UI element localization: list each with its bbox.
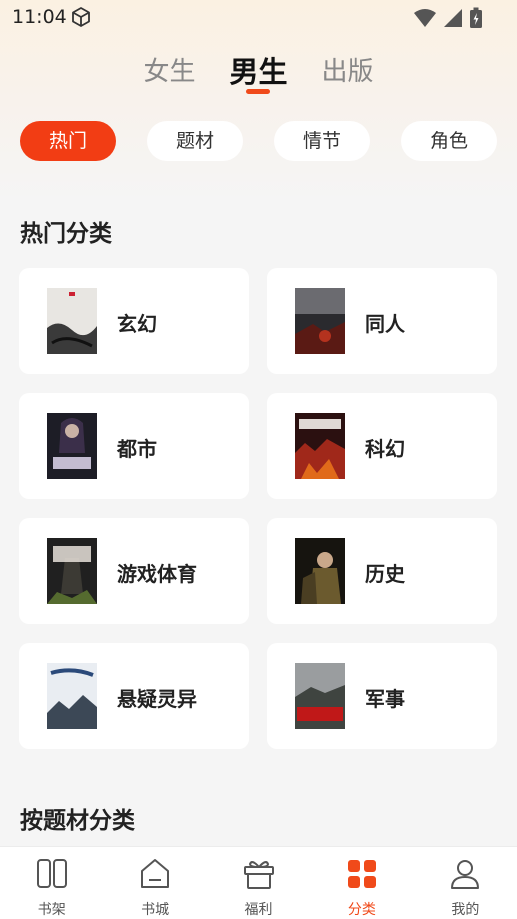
category-label: 科幻 xyxy=(365,437,405,461)
book-cover xyxy=(47,288,97,354)
cube-icon xyxy=(72,7,90,27)
category-label: 都市 xyxy=(117,437,157,461)
book-cover xyxy=(295,288,345,354)
category-label: 悬疑灵异 xyxy=(117,687,197,711)
filter-chips: 热门 题材 情节 角色 xyxy=(20,121,497,161)
tab-female[interactable]: 女生 xyxy=(143,52,195,98)
book-cover xyxy=(47,538,97,604)
category-card-youxi[interactable]: 游戏体育 xyxy=(19,518,249,624)
status-time: 11:04 xyxy=(12,6,67,28)
section-title-hot: 热门分类 xyxy=(20,221,112,247)
category-card-kehuan[interactable]: 科幻 xyxy=(267,393,497,499)
category-card-dushi[interactable]: 都市 xyxy=(19,393,249,499)
nav-label: 分类 xyxy=(347,902,376,918)
bookshelf-icon xyxy=(36,859,67,888)
category-label: 军事 xyxy=(365,687,405,711)
category-icon xyxy=(347,860,376,888)
book-cover xyxy=(47,663,97,729)
category-card-tongren[interactable]: 同人 xyxy=(267,268,497,374)
bookstore-icon xyxy=(141,859,170,888)
book-cover xyxy=(295,413,345,479)
gift-icon xyxy=(243,861,274,889)
battery-icon xyxy=(470,7,482,28)
nav-welfare[interactable]: 福利 xyxy=(207,847,310,919)
chip-plot[interactable]: 情节 xyxy=(274,121,370,161)
category-label: 同人 xyxy=(365,312,405,336)
category-card-xuanyi[interactable]: 悬疑灵异 xyxy=(19,643,249,749)
profile-icon xyxy=(451,860,480,889)
tab-male[interactable]: 男生 xyxy=(229,52,288,98)
nav-label: 书城 xyxy=(141,902,170,918)
wifi-icon xyxy=(414,9,436,27)
nav-bookshelf[interactable]: 书架 xyxy=(0,847,103,919)
category-label: 游戏体育 xyxy=(117,562,197,586)
status-bar: 11:04 xyxy=(0,0,517,34)
book-cover xyxy=(295,663,345,729)
book-cover xyxy=(295,538,345,604)
tab-publish[interactable]: 出版 xyxy=(322,52,374,98)
category-card-xuanhuan[interactable]: 玄幻 xyxy=(19,268,249,374)
nav-bookstore[interactable]: 书城 xyxy=(103,847,206,919)
chip-role[interactable]: 角色 xyxy=(401,121,497,161)
signal-icon xyxy=(444,9,462,27)
chip-theme[interactable]: 题材 xyxy=(147,121,243,161)
nav-profile[interactable]: 我的 xyxy=(414,847,517,919)
nav-category[interactable]: 分类 xyxy=(310,847,413,919)
category-label: 玄幻 xyxy=(117,312,157,336)
category-card-junshi[interactable]: 军事 xyxy=(267,643,497,749)
nav-label: 书架 xyxy=(37,902,66,918)
bottom-nav: 书架 书城 福利 分类 我的 xyxy=(0,846,517,919)
book-cover xyxy=(47,413,97,479)
nav-label: 福利 xyxy=(244,902,273,918)
category-card-lishi[interactable]: 历史 xyxy=(267,518,497,624)
section-title-theme: 按题材分类 xyxy=(20,808,135,834)
chip-hot[interactable]: 热门 xyxy=(20,121,116,161)
gender-tabs: 女生 男生 出版 xyxy=(0,52,517,102)
category-label: 历史 xyxy=(365,562,405,586)
nav-label: 我的 xyxy=(451,902,480,918)
